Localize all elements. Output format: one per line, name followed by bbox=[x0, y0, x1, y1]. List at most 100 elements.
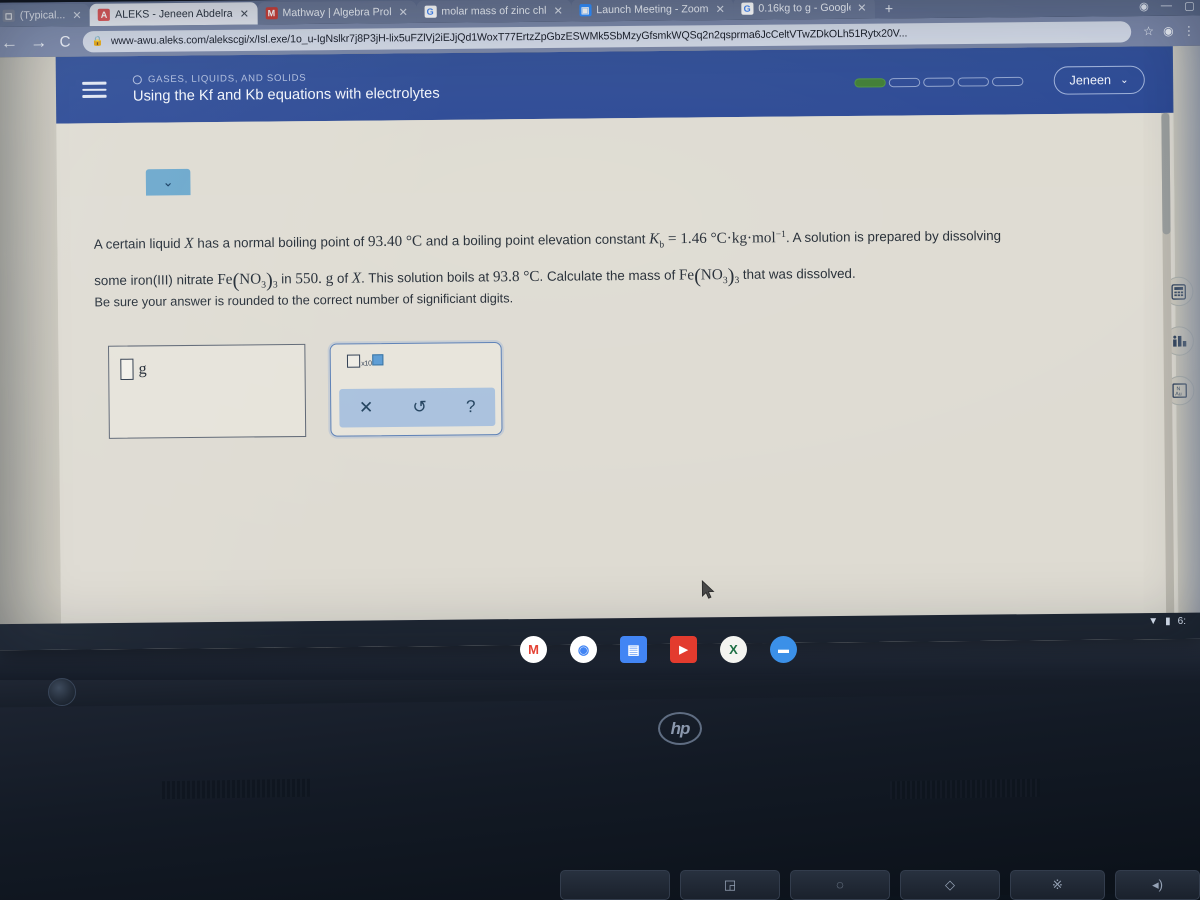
q-line2-e: . Calculate the mass of bbox=[539, 267, 680, 284]
address-bar-url: www-awu.aleks.com/alekscgi/x/Isl.exe/1o_… bbox=[110, 27, 908, 48]
undo-icon[interactable]: ↺ bbox=[412, 397, 427, 417]
tab-close-icon[interactable]: ✕ bbox=[240, 7, 249, 20]
q-kb-units: °C·kg·mol bbox=[710, 230, 776, 247]
tab-favicon-icon: A bbox=[97, 8, 111, 21]
aleks-page: GASES, LIQUIDS, AND SOLIDS Using the Kf … bbox=[0, 45, 1200, 651]
q-kb-equals: = bbox=[664, 230, 681, 248]
new-tab-button[interactable]: + bbox=[875, 0, 904, 18]
tab-title: ALEKS - Jeneen Abdelra bbox=[115, 7, 233, 21]
progress-segment bbox=[957, 76, 989, 87]
blue-exponent-box-icon bbox=[372, 354, 384, 366]
gmail-app-icon[interactable]: M bbox=[520, 636, 547, 663]
tab-close-icon[interactable]: ✕ bbox=[72, 8, 81, 21]
reload-icon[interactable]: C bbox=[59, 33, 70, 50]
forward-icon[interactable]: → bbox=[30, 32, 47, 51]
files-app-icon[interactable]: ▬ bbox=[770, 636, 797, 663]
tab-close-icon[interactable]: ✕ bbox=[553, 4, 562, 17]
progress-bar bbox=[853, 76, 1024, 88]
tab-favicon-icon: G bbox=[741, 2, 754, 15]
more-menu-icon[interactable]: ⋮ bbox=[1183, 24, 1195, 38]
answer-box[interactable]: g bbox=[107, 343, 307, 439]
youtube-app-icon[interactable]: ▶ bbox=[670, 636, 697, 663]
browser-tab[interactable]: ▣ Launch Meeting - Zoom ✕ bbox=[570, 0, 734, 22]
q-line1-d: . A solution is prepared by dissolving bbox=[785, 227, 1002, 246]
q-line1-a: A certain liquid bbox=[93, 235, 185, 252]
page-left-gutter bbox=[0, 56, 62, 651]
browser-tab[interactable]: G molar mass of zinc chl ✕ bbox=[415, 0, 572, 23]
help-icon[interactable]: ? bbox=[466, 397, 476, 417]
user-menu-button[interactable]: Jeneen ⌄ bbox=[1053, 65, 1145, 95]
chevron-down-icon: ⌄ bbox=[1120, 74, 1129, 86]
star-icon[interactable]: ☆ bbox=[1143, 24, 1154, 38]
profile-icon[interactable]: ◉ bbox=[1163, 24, 1174, 38]
excel-app-icon[interactable]: X bbox=[720, 636, 747, 663]
answer-cell: g bbox=[120, 358, 147, 381]
key-overview[interactable]: ◇ bbox=[900, 870, 1000, 900]
key-blank[interactable] bbox=[560, 870, 670, 900]
q-variable-x2: X bbox=[351, 270, 362, 287]
speaker-grille-left bbox=[160, 778, 310, 800]
browser-tab[interactable]: M Mathway | Algebra Prol ✕ bbox=[257, 0, 417, 25]
tab-close-icon[interactable]: ✕ bbox=[399, 5, 408, 18]
browser-tab[interactable]: ◻ (Typical... ✕ bbox=[0, 3, 90, 28]
collapse-panel-button[interactable]: ⌄ bbox=[145, 168, 191, 196]
q-boiling-point: 93.40 °C bbox=[367, 233, 423, 251]
page-title: Using the Kf and Kb equations with elect… bbox=[132, 85, 440, 105]
key-refresh[interactable]: ◌ bbox=[790, 870, 890, 900]
photo-of-laptop-screen: hp ◲ ◌ ◇ ※ ◂) ◻ (Typical... ✕ A ALEKS - … bbox=[0, 0, 1200, 900]
google-docs-app-icon[interactable]: ▤ bbox=[620, 636, 647, 663]
q-variable-x: X bbox=[184, 235, 194, 252]
shelf-status-tray[interactable]: ▼ ▮ 6: bbox=[1148, 616, 1186, 627]
aleks-header: GASES, LIQUIDS, AND SOLIDS Using the Kf … bbox=[55, 46, 1174, 124]
q-kb-symbol: K bbox=[649, 231, 660, 248]
q-kb-exponent: −1 bbox=[775, 229, 786, 241]
maximize-icon[interactable]: ▢ bbox=[1184, 0, 1195, 13]
tab-title: molar mass of zinc chl bbox=[441, 4, 547, 18]
window-controls: ◉ — ▢ bbox=[1129, 0, 1200, 16]
sci-notation-button[interactable]: x10 bbox=[346, 354, 384, 372]
user-name: Jeneen bbox=[1069, 72, 1112, 88]
tab-title: Launch Meeting - Zoom bbox=[596, 2, 709, 17]
key-window[interactable]: ◲ bbox=[680, 870, 780, 900]
chrome-app-icon[interactable]: ◉ bbox=[570, 636, 597, 663]
q-solvent-mass: 550. g bbox=[295, 270, 334, 288]
tab-close-icon[interactable]: ✕ bbox=[857, 1, 866, 14]
back-icon[interactable]: ← bbox=[1, 32, 18, 51]
question-text: A certain liquid X has a normal boiling … bbox=[94, 217, 1117, 303]
q-line2-c: of bbox=[333, 270, 352, 286]
q-compound-fe: Fe bbox=[217, 271, 233, 289]
progress-segment bbox=[922, 77, 955, 87]
answer-unit-label: g bbox=[138, 360, 147, 378]
key-volume[interactable]: ◂) bbox=[1115, 870, 1200, 900]
answer-input[interactable] bbox=[120, 358, 134, 381]
hp-logo: hp bbox=[658, 712, 702, 745]
toolbar-actions: ☆ ◉ ⋮ bbox=[1143, 24, 1195, 39]
q-line2-d: . This solution boils at bbox=[361, 269, 493, 286]
scrollbar-thumb[interactable] bbox=[1161, 112, 1171, 235]
q-kb-value: 1.46 bbox=[680, 230, 707, 248]
q-compound-no: NO bbox=[239, 271, 262, 288]
keyboard-row: ◲ ◌ ◇ ※ ◂) bbox=[0, 855, 1200, 900]
math-palette[interactable]: x10 ✕ ↺ ? bbox=[329, 341, 503, 437]
clear-icon[interactable]: ✕ bbox=[359, 398, 374, 418]
q-line2-a: some iron(III) nitrate bbox=[94, 271, 218, 289]
profile-avatar-icon[interactable]: ◉ bbox=[1139, 0, 1149, 13]
tab-favicon-icon: ▣ bbox=[579, 4, 592, 17]
sci-notation-label: x10 bbox=[361, 360, 372, 368]
tab-title: (Typical... bbox=[19, 9, 66, 22]
q-line1-b: has a normal boiling point of bbox=[193, 233, 369, 251]
q-compound-fe-2: Fe bbox=[678, 267, 695, 284]
q-compound-no-2: NO bbox=[700, 266, 723, 284]
browser-tab[interactable]: G 0.16kg to g - Google Se ✕ bbox=[732, 0, 875, 20]
webcam-dot bbox=[48, 678, 76, 706]
tab-favicon-icon: G bbox=[424, 5, 437, 18]
minimize-icon[interactable]: — bbox=[1161, 0, 1172, 13]
q-line2-f: that was dissolved. bbox=[739, 265, 856, 282]
tab-close-icon[interactable]: ✕ bbox=[716, 2, 725, 15]
hamburger-menu-icon[interactable] bbox=[82, 81, 107, 98]
browser-tab-active[interactable]: A ALEKS - Jeneen Abdelra ✕ bbox=[89, 2, 258, 27]
q-line2-b: in bbox=[277, 271, 296, 287]
mouse-cursor bbox=[701, 579, 715, 605]
progress-segment bbox=[991, 76, 1024, 86]
key-mute[interactable]: ※ bbox=[1010, 870, 1105, 900]
